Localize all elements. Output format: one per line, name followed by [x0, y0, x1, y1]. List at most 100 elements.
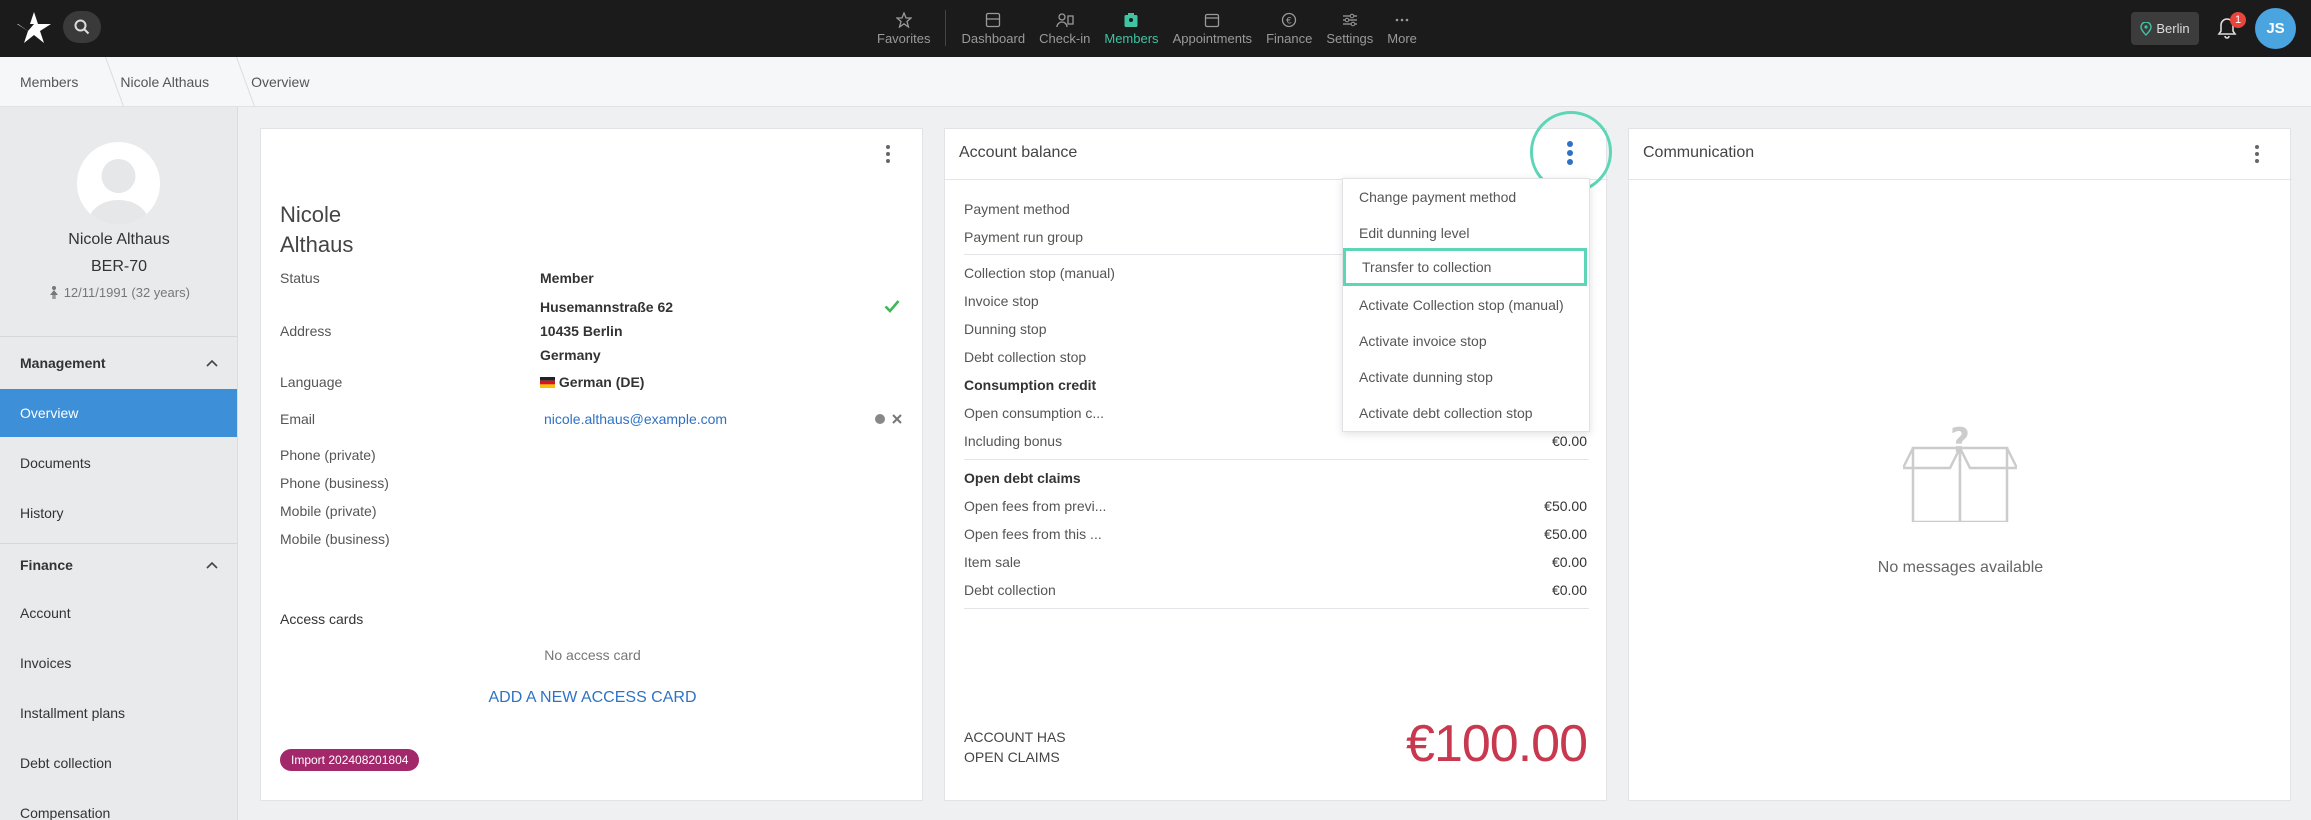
- member-birthdate: 12/11/1991 (32 years): [0, 285, 237, 300]
- balance-row-label: Open fees from previ...: [964, 498, 1107, 514]
- communication-menu-button[interactable]: [2247, 142, 2267, 166]
- person-placeholder-icon: [88, 159, 149, 225]
- menu-item-activate-dunning-stop[interactable]: Activate dunning stop: [1343, 359, 1591, 395]
- sidebar-item-compensation[interactable]: Compensation: [0, 789, 237, 820]
- communication-card: Communication ? No messages available: [1628, 128, 2292, 801]
- balance-row-label: Debt collection: [964, 582, 1056, 598]
- no-access-card-text: No access card: [544, 647, 641, 663]
- sidebar-item-overview[interactable]: Overview: [0, 389, 237, 437]
- balance-row-label: Invoice stop: [964, 293, 1039, 309]
- menu-item-edit-dunning-level[interactable]: Edit dunning level: [1343, 215, 1591, 251]
- open-debt-claims-heading: Open debt claims: [964, 470, 1081, 486]
- euro-icon: €: [1282, 12, 1297, 27]
- address-line1: Husemannstraße 62: [540, 299, 674, 315]
- nav-finance[interactable]: € Finance: [1259, 0, 1319, 57]
- phone-private-label: Phone (private): [280, 447, 376, 463]
- notification-count-badge: 1: [2230, 12, 2246, 28]
- status-label: Status: [280, 270, 320, 286]
- sidebar-item-account[interactable]: Account: [0, 589, 237, 637]
- breadcrumb-members[interactable]: Members: [0, 57, 100, 107]
- location-selector[interactable]: Berlin: [2131, 12, 2199, 45]
- add-access-card-button[interactable]: ADD A NEW ACCESS CARD: [261, 689, 924, 707]
- balance-row-label: Item sale: [964, 554, 1021, 570]
- account-total-amount: €100.00: [1406, 715, 1588, 773]
- sliders-icon: [1342, 13, 1357, 26]
- search-icon: [74, 19, 90, 35]
- sidebar-item-installment-plans[interactable]: Installment plans: [0, 689, 237, 737]
- nav-more[interactable]: More: [1380, 0, 1424, 57]
- sidebar-divider: [0, 543, 237, 544]
- balance-row-value: €0.00: [1551, 554, 1587, 570]
- menu-item-transfer-to-collection[interactable]: Transfer to collection: [1343, 248, 1587, 286]
- sidebar-item-history[interactable]: History: [0, 489, 237, 537]
- row-divider: [964, 459, 1589, 460]
- breadcrumb: Members Nicole Althaus Overview: [0, 57, 2311, 107]
- nav-favorites[interactable]: Favorites: [870, 0, 937, 57]
- consumption-credit-heading: Consumption credit: [964, 377, 1097, 393]
- nav-members[interactable]: Members: [1097, 0, 1165, 57]
- ellipsis-icon: [1395, 18, 1409, 21]
- address-line3: Germany: [540, 347, 601, 363]
- balance-row-value: €50.00: [1544, 498, 1587, 514]
- communication-title: Communication: [1643, 144, 1755, 161]
- top-navigation-bar: Favorites Dashboard Check-in Members App…: [0, 0, 2311, 57]
- nav-checkin[interactable]: Check-in: [1032, 0, 1097, 57]
- breadcrumb-member-name[interactable]: Nicole Althaus: [100, 57, 231, 107]
- app-logo-icon[interactable]: [14, 10, 54, 46]
- menu-item-change-payment-method[interactable]: Change payment method: [1343, 179, 1591, 215]
- balance-row-label: Dunning stop: [964, 321, 1047, 337]
- mobile-private-label: Mobile (private): [280, 503, 377, 519]
- account-balance-menu-button[interactable]: [1560, 136, 1580, 170]
- chevron-up-icon: [206, 561, 218, 569]
- close-icon[interactable]: [892, 414, 902, 424]
- nav-dashboard[interactable]: Dashboard: [954, 0, 1032, 57]
- sidebar-divider: [0, 336, 237, 337]
- address-line2: 10435 Berlin: [540, 323, 623, 339]
- balance-row-label: Debt collection stop: [964, 349, 1087, 365]
- import-tag-badge[interactable]: Import 202408201804: [280, 749, 420, 771]
- email-link[interactable]: nicole.althaus@example.com: [544, 411, 727, 427]
- menu-item-activate-debt-collection-stop[interactable]: Activate debt collection stop: [1343, 395, 1591, 431]
- card-header-divider: [1629, 179, 2292, 180]
- no-messages-text: No messages available: [1877, 559, 2044, 576]
- gender-female-icon: [50, 286, 59, 299]
- dashboard-icon: [986, 12, 1001, 27]
- checkin-icon: [1056, 12, 1074, 27]
- nav-appointments[interactable]: Appointments: [1166, 0, 1260, 57]
- sidebar-item-invoices[interactable]: Invoices: [0, 639, 237, 687]
- member-full-name: Nicole Althaus: [280, 202, 354, 257]
- nav-settings[interactable]: Settings: [1319, 0, 1380, 57]
- sidebar-item-debt-collection[interactable]: Debt collection: [0, 739, 237, 787]
- balance-row-label: Open fees from this ...: [964, 526, 1102, 542]
- email-label: Email: [280, 411, 316, 427]
- menu-item-activate-collection-stop[interactable]: Activate Collection stop (manual): [1343, 287, 1591, 323]
- balance-row-label: Payment run group: [964, 229, 1084, 245]
- balance-row-label: Open consumption c...: [964, 405, 1105, 421]
- global-search-button[interactable]: [63, 11, 101, 43]
- balance-row-value: €0.00: [1551, 582, 1587, 598]
- access-cards-heading: Access cards: [280, 611, 364, 627]
- sidebar-section-finance[interactable]: Finance: [0, 547, 237, 583]
- account-balance-actions-menu: Change payment method Edit dunning level…: [1342, 178, 1590, 432]
- user-avatar[interactable]: JS: [2255, 8, 2296, 49]
- email-status-dot-icon: [875, 414, 885, 424]
- language-label: Language: [280, 374, 343, 390]
- member-avatar: [77, 142, 160, 225]
- sidebar-item-documents[interactable]: Documents: [0, 439, 237, 487]
- svg-text:?: ?: [1950, 426, 1970, 461]
- empty-inbox-icon: ?: [1903, 426, 2017, 522]
- sidebar-section-management[interactable]: Management: [0, 345, 237, 381]
- member-id: BER-70: [90, 258, 148, 275]
- balance-row-label: Including bonus: [964, 433, 1063, 449]
- member-card-menu-button[interactable]: [878, 142, 898, 166]
- status-value: Member: [540, 270, 594, 286]
- location-pin-icon: [2140, 21, 2153, 36]
- phone-business-label: Phone (business): [280, 475, 389, 491]
- row-divider: [964, 608, 1589, 609]
- address-verified-check-icon: [884, 300, 900, 313]
- flag-de-icon: [540, 377, 555, 388]
- calendar-icon: [1205, 13, 1220, 27]
- balance-row-label: Payment method: [964, 201, 1070, 217]
- menu-item-activate-invoice-stop[interactable]: Activate invoice stop: [1343, 323, 1591, 359]
- member-sidebar: Nicole Althaus BER-70 12/11/1991 (32 yea…: [0, 107, 238, 820]
